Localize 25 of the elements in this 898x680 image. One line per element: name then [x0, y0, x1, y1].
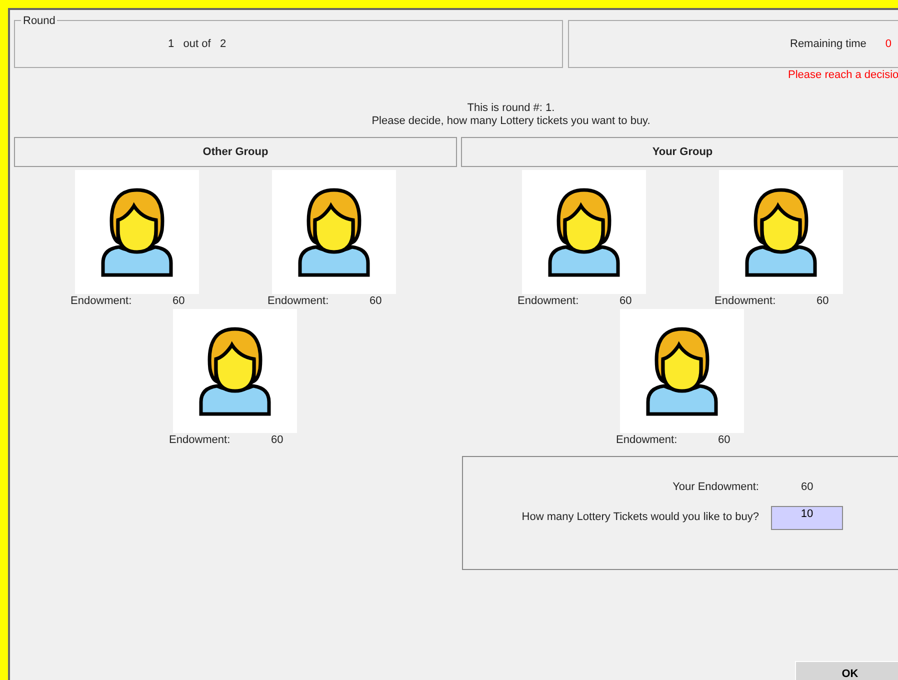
endowment-label: Endowment:: [70, 294, 133, 310]
endowment-label: Endowment:: [714, 294, 777, 310]
endowment-value: 60: [172, 294, 185, 310]
ok-button[interactable]: OK: [795, 661, 898, 680]
endowment-label: Your Endowment:: [672, 481, 759, 493]
endowment-value: 60: [718, 433, 730, 448]
endowment-label: Endowment:: [268, 294, 330, 310]
endowment-label: Endowment:: [518, 294, 580, 310]
endowment-value: 60: [620, 294, 632, 310]
instruction-text: Please decide, how many Lottery tickets you want to buy.: [372, 115, 650, 128]
endowment-label: Endowment:: [616, 433, 678, 448]
endowment-value: 60: [816, 294, 829, 310]
ticket-input-field[interactable]: 10: [771, 506, 843, 530]
endowment-value: 60: [801, 481, 814, 493]
question-text: How many Lottery Tickets would you like to buy?: [522, 511, 759, 524]
round-counter: 1 out of 2: [168, 36, 226, 52]
remaining-time-value: 0: [885, 36, 892, 52]
warning-text: Please reach a decisio: [788, 69, 898, 81]
group-header: Your Group: [461, 137, 898, 167]
group-header: Other Group: [14, 137, 457, 167]
endowment-value: 60: [370, 294, 382, 310]
remaining-time-label: Remaining time: [790, 36, 866, 52]
instruction-text: This is round #: 1.: [467, 102, 555, 115]
endowment-label: Endowment:: [169, 433, 232, 448]
endowment-value: 60: [271, 433, 284, 448]
